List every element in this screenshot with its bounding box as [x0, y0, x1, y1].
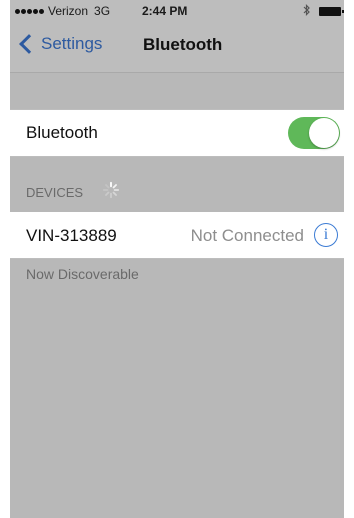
bluetooth-toggle[interactable] [288, 117, 340, 149]
loading-spinner-icon [102, 181, 120, 199]
signal-strength-icon [15, 8, 44, 14]
device-status: Not Connected [190, 226, 304, 245]
phone-screen: Verizon 3G 2:44 PM Settings Bluetooth Bl… [10, 0, 344, 518]
battery-icon [319, 7, 344, 16]
navigation-bar: Settings Bluetooth [10, 22, 344, 73]
chevron-left-icon [19, 34, 39, 54]
page-title: Bluetooth [143, 35, 223, 54]
bluetooth-icon [303, 4, 311, 19]
network-type: 3G [94, 4, 111, 18]
bluetooth-label: Bluetooth [26, 123, 98, 142]
toggle-knob [309, 118, 339, 148]
devices-header-label: DEVICES [26, 185, 84, 200]
device-list-item[interactable]: VIN-313889 Not Connected i [10, 212, 344, 258]
back-button[interactable]: Settings [16, 34, 102, 54]
discoverable-text: Now Discoverable [26, 266, 139, 282]
status-bar: Verizon 3G 2:44 PM [10, 0, 344, 22]
devices-section-header: DEVICES [10, 157, 344, 212]
device-name: VIN-313889 [26, 226, 117, 245]
status-time: 2:44 PM [142, 4, 188, 18]
screen: Verizon 3G 2:44 PM Settings Bluetooth Bl… [0, 0, 354, 518]
info-icon[interactable]: i [314, 223, 338, 247]
back-label: Settings [41, 34, 103, 53]
bluetooth-setting-row: Bluetooth [10, 110, 344, 156]
section-spacer [10, 73, 344, 109]
discoverable-section: Now Discoverable [10, 259, 344, 518]
carrier-name: Verizon [48, 4, 89, 18]
status-right [303, 4, 344, 19]
status-left: Verizon 3G [15, 4, 110, 18]
